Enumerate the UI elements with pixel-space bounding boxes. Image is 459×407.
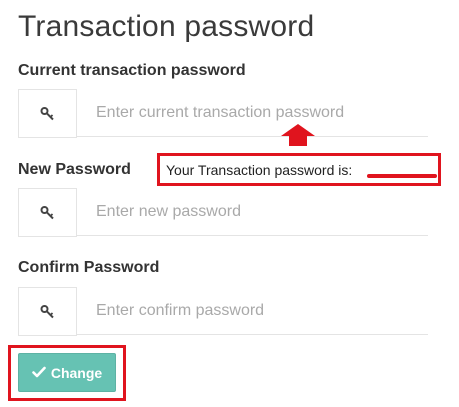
confirm-password-input[interactable] — [77, 287, 428, 335]
transaction-password-note-text: Your Transaction password is: — [166, 161, 353, 178]
change-button[interactable]: Change — [18, 353, 116, 392]
current-password-input[interactable] — [77, 89, 428, 137]
new-password-label: New Password — [18, 161, 131, 178]
confirm-password-field — [18, 287, 428, 336]
current-password-field — [18, 89, 428, 138]
key-icon — [18, 89, 77, 138]
new-password-field — [18, 188, 428, 237]
key-icon — [18, 287, 77, 336]
change-button-label: Change — [50, 364, 103, 381]
new-password-input[interactable] — [77, 188, 428, 236]
key-icon — [18, 188, 77, 237]
transaction-password-note: Your Transaction password is: — [157, 153, 441, 186]
redacted-line — [367, 174, 437, 178]
page-title: Transaction password — [18, 10, 315, 43]
current-password-label: Current transaction password — [18, 62, 246, 79]
red-arrow-annotation — [281, 124, 315, 151]
confirm-password-label: Confirm Password — [18, 259, 160, 276]
checkmark-icon — [32, 365, 46, 381]
